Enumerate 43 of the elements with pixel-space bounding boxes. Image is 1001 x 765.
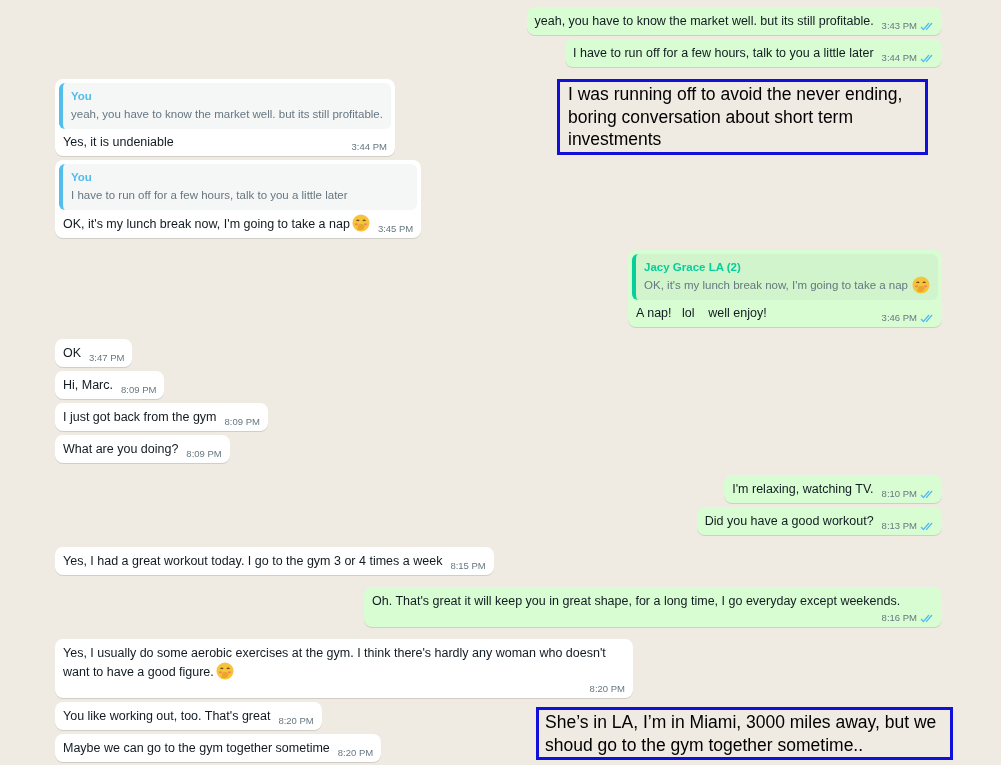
message-text: Hi, Marc. <box>63 378 113 392</box>
message-time: 8:20 PM <box>337 747 374 759</box>
quote-text: yeah, you have to know the market well. but its still profitable. <box>71 107 383 122</box>
message-time: 8:16 PM <box>881 612 917 624</box>
quoted-message[interactable]: You yeah, you have to know the market well. but its still profitable. <box>59 83 391 129</box>
message-text: OK <box>63 346 82 360</box>
message-time: 8:09 PM <box>186 448 222 460</box>
message-text: I'm relaxing, watching TV. <box>732 482 874 496</box>
message-time: 3:43 PM <box>881 20 917 32</box>
message-time: 3:46 PM <box>881 312 917 324</box>
message-text: A nap! lol well enjoy! <box>636 306 767 320</box>
message-text: Oh. That's great it will keep you in great shape, for a long time, I go everyday except weekends. <box>372 594 901 608</box>
annotation-note: I was running off to avoid the never ending, boring conversation about short term investments <box>557 79 928 155</box>
message-time: 3:45 PM <box>377 223 414 235</box>
quoted-message[interactable]: You I have to run off for a few hours, talk to you a little later <box>59 164 418 210</box>
message-text: Did you have a good workout? <box>704 514 874 528</box>
quoted-message[interactable]: Jacy Grace LA (2) OK, it's my lunch break now, I'm going to take a nap <box>632 254 938 300</box>
quote-author: You <box>71 89 93 104</box>
message-time: 8:20 PM <box>589 683 625 695</box>
message-time: 3:44 PM <box>351 141 387 153</box>
quote-author: Jacy Grace LA (2) <box>644 260 742 275</box>
message-time: 8:13 PM <box>881 520 917 532</box>
message-time: 3:47 PM <box>89 352 125 364</box>
quote-author: You <box>71 170 93 185</box>
message-text: Yes, it is undeniable <box>63 135 174 149</box>
message-text: Yes, I had a great workout today. I go to the gym 3 or 4 times a week <box>63 554 443 568</box>
message-text: OK, it's my lunch break now, I'm going to take a nap <box>63 217 350 231</box>
message-text: You like working out, too. That's great <box>63 709 271 723</box>
message-text: I just got back from the gym <box>63 410 217 424</box>
quote-text: OK, it's my lunch break now, I'm going to take a nap <box>644 278 908 293</box>
message-text: Yes, I usually do some aerobic exercises at the gym. I think there's hardly any woman who doesn't want to have a good figure. <box>63 646 607 679</box>
message-time: 3:44 PM <box>881 52 917 64</box>
message-time: 8:10 PM <box>881 488 917 500</box>
message-time: 8:09 PM <box>121 384 157 396</box>
message-time: 8:09 PM <box>224 416 260 428</box>
message-text: I have to run off for a few hours, talk to you a little later <box>573 46 874 60</box>
message-text: What are you doing? <box>63 442 179 456</box>
message-time: 8:15 PM <box>450 560 486 572</box>
message-text: yeah, you have to know the market well. but its still profitable. <box>534 14 874 28</box>
message-text: Maybe we can go to the gym together sometime <box>63 741 330 755</box>
quote-text: I have to run off for a few hours, talk to you a little later <box>71 188 348 203</box>
message-time: 8:20 PM <box>278 715 314 727</box>
annotation-note: She’s in LA, I’m in Miami, 3000 miles away, but we shoud go to the gym together sometime.. <box>536 707 953 760</box>
